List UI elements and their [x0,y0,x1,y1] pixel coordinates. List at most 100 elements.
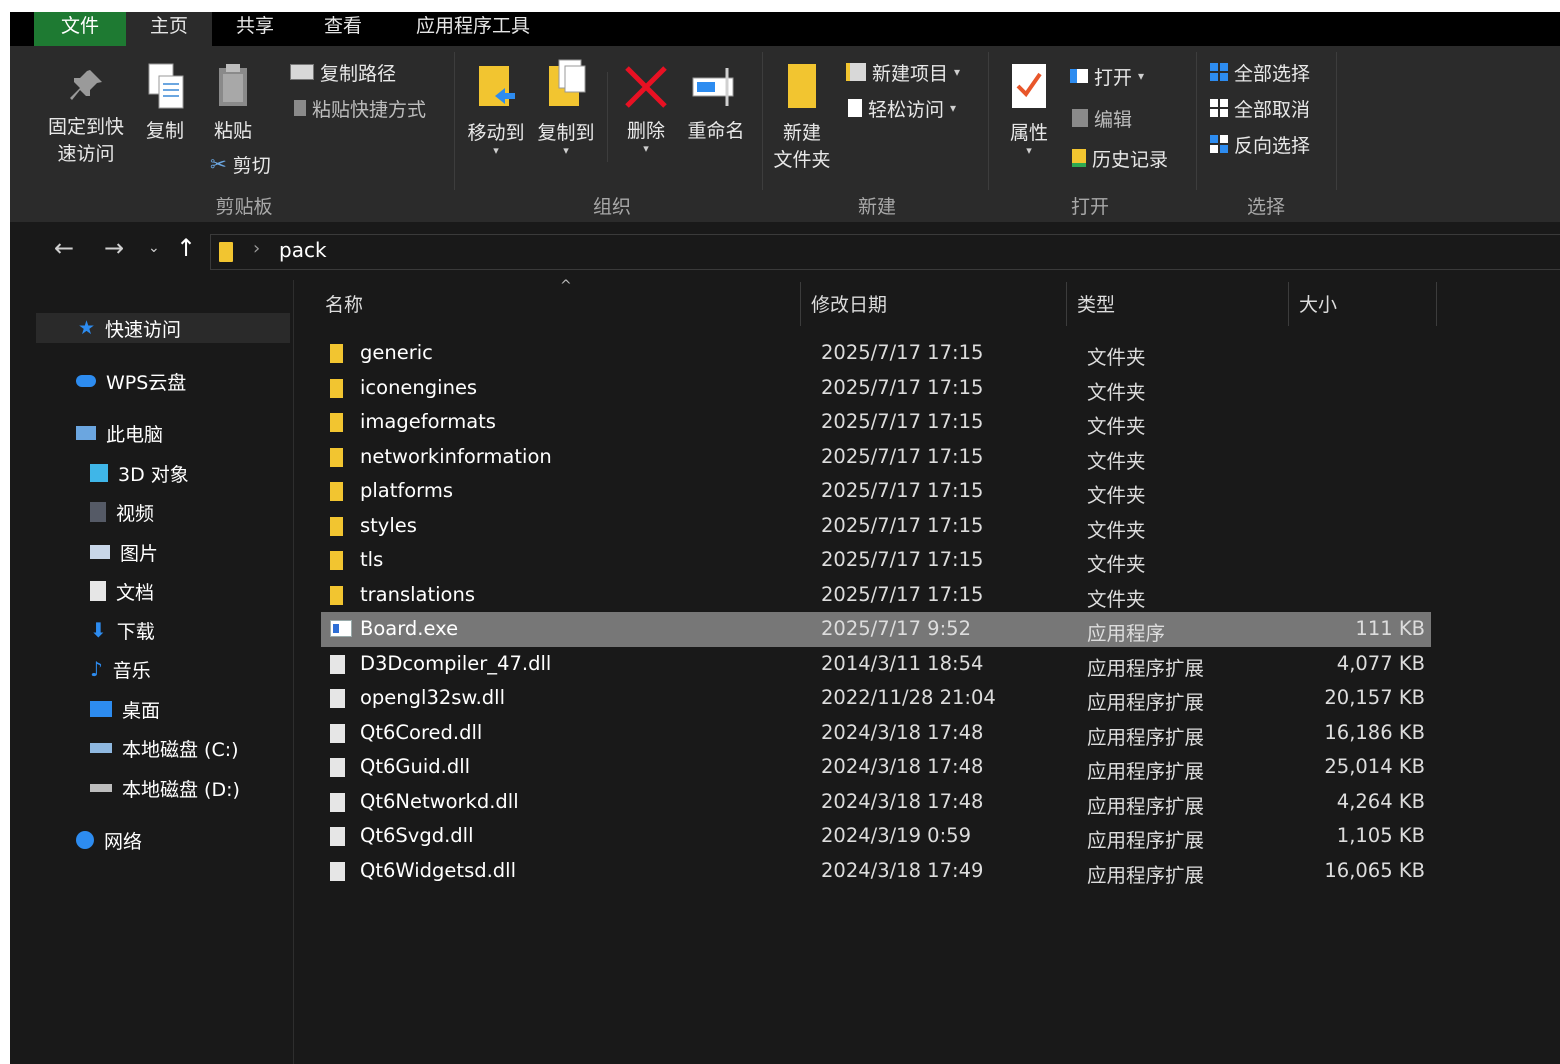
column-header-size[interactable]: 大小 [1299,290,1429,328]
copy-button[interactable]: 复制 [138,62,192,145]
copy-to-label: 复制到 [537,122,595,144]
history-button[interactable]: 历史记录 [1072,144,1168,172]
folder-icon [330,378,343,398]
copy-icon [148,63,184,109]
nav-item-disk-d[interactable]: 本地磁盘 (D:) [90,773,240,803]
nav-label: 视频 [116,502,155,525]
tab-share[interactable]: 共享 [212,12,298,46]
nav-item-downloads[interactable]: ⬇ 下载 [90,615,155,645]
nav-item-network[interactable]: 网络 [76,825,142,855]
column-divider[interactable] [1066,282,1067,326]
file-row[interactable]: generic 2025/7/17 17:15 文件夹 [321,336,1431,371]
file-date: 2024/3/18 17:48 [821,720,984,744]
paste-label: 粘贴 [213,120,252,142]
file-row[interactable]: styles 2025/7/17 17:15 文件夹 [321,509,1431,544]
column-header-date[interactable]: 修改日期 [811,290,1061,328]
delete-button[interactable]: 删除 ▾ [616,64,676,155]
file-size: 16,065 KB [1324,858,1425,882]
nav-label: 此电脑 [106,423,164,446]
column-header-type[interactable]: 类型 [1077,290,1277,328]
file-name: Qt6Networkd.dll [360,789,519,813]
nav-item-videos[interactable]: 视频 [90,497,154,527]
select-all-button[interactable]: 全部选择 [1210,58,1310,86]
nav-item-music[interactable]: ♪ 音乐 [90,654,151,684]
paste-shortcut-button[interactable]: 粘贴快捷方式 [294,94,426,122]
network-globe-icon [76,831,94,849]
copy-path-button[interactable]: 复制路径 [290,58,396,86]
tab-home[interactable]: 主页 [126,12,212,46]
nav-item-desktop[interactable]: 桌面 [90,694,160,724]
file-row[interactable]: D3Dcompiler_47.dll 2014/3/11 18:54 应用程序扩展 4… [321,647,1431,682]
file-row[interactable]: Qt6Widgetsd.dll 2024/3/18 17:49 应用程序扩展 16,0… [321,854,1431,889]
open-label: 打开 [1094,66,1133,89]
file-row[interactable]: imageformats 2025/7/17 17:15 文件夹 [321,405,1431,440]
nav-item-disk-c[interactable]: 本地磁盘 (C:) [90,733,239,763]
breadcrumb-current[interactable]: pack [279,238,327,262]
tab-app-tools[interactable]: 应用程序工具 [396,12,550,46]
nav-item-quick-access[interactable]: ★ 快速访问 [36,313,290,343]
file-row[interactable]: networkinformation 2025/7/17 17:15 文件夹 [321,440,1431,475]
copy-to-button[interactable]: 复制到 ▾ [532,56,600,156]
nav-item-documents[interactable]: 文档 [90,576,154,606]
easy-access-button[interactable]: 轻松访问 ▾ [848,94,956,122]
pin-quick-access-button[interactable]: 固定到快 速访问 [44,66,128,168]
new-item-icon [846,63,866,81]
file-row[interactable]: Qt6Cored.dll 2024/3/18 17:48 应用程序扩展 16,186 … [321,716,1431,751]
file-row[interactable]: translations 2025/7/17 17:15 文件夹 [321,578,1431,613]
file-row[interactable]: Qt6Networkd.dll 2024/3/18 17:48 应用程序扩展 4,26… [321,785,1431,820]
chevron-down-icon: ▾ [643,142,649,155]
file-row[interactable]: Qt6Guid.dll 2024/3/18 17:48 应用程序扩展 25,014 K… [321,750,1431,785]
paste-button[interactable]: 粘贴 [206,62,260,145]
file-row[interactable]: Board.exe 2025/7/17 9:52 应用程序 111 KB [321,612,1431,647]
rename-icon [692,68,734,106]
column-divider[interactable] [1288,282,1289,326]
file-type: 文件夹 [1087,380,1146,404]
file-list: generic 2025/7/17 17:15 文件夹 iconengines 2025… [321,336,1431,888]
properties-button[interactable]: 属性 ▾ [994,60,1064,156]
picture-icon [90,545,110,559]
cut-button[interactable]: ✂ 剪切 [210,150,271,178]
file-name: imageformats [360,410,496,433]
file-size: 4,264 KB [1336,789,1425,813]
file-size: 4,077 KB [1336,651,1425,675]
file-row[interactable]: opengl32sw.dll 2022/11/28 21:04 应用程序扩展 20,1… [321,681,1431,716]
nav-item-3d-objects[interactable]: 3D 对象 [90,458,189,488]
file-name: tls [360,548,384,571]
dll-file-icon [330,792,345,812]
file-row[interactable]: platforms 2025/7/17 17:15 文件夹 [321,474,1431,509]
column-divider[interactable] [800,282,801,326]
file-row[interactable]: iconengines 2025/7/17 17:15 文件夹 [321,371,1431,406]
inner-separator [607,72,608,162]
history-icon [1072,149,1086,167]
move-to-icon [479,66,515,106]
file-row[interactable]: Qt6Svgd.dll 2024/3/19 0:59 应用程序扩展 1,105 KB [321,819,1431,854]
tab-view[interactable]: 查看 [298,12,388,46]
invert-selection-button[interactable]: 反向选择 [1210,130,1310,158]
nav-item-pictures[interactable]: 图片 [90,537,158,567]
breadcrumb-chevron-icon[interactable]: › [253,238,260,259]
edit-button[interactable]: 编辑 [1072,104,1132,132]
nav-item-wps[interactable]: WPS云盘 [76,366,186,396]
recent-locations-chevron-icon[interactable]: ⌄ [148,240,160,256]
file-row[interactable]: tls 2025/7/17 17:15 文件夹 [321,543,1431,578]
tab-file[interactable]: 文件 [34,12,126,46]
open-button[interactable]: 打开 ▾ [1070,62,1144,90]
file-date: 2024/3/18 17:49 [821,858,984,882]
forward-arrow-icon[interactable]: → [104,234,124,262]
column-divider[interactable] [1436,282,1437,326]
back-arrow-icon[interactable]: ← [54,234,74,262]
new-item-button[interactable]: 新建项目 ▾ [846,58,960,86]
up-arrow-icon[interactable]: ↑ [176,234,196,262]
new-folder-button[interactable]: 新建 文件夹 [766,60,838,174]
properties-label: 属性 [1009,122,1048,144]
nav-label: 文档 [116,581,155,604]
move-to-button[interactable]: 移动到 ▾ [462,60,530,156]
address-bar[interactable]: › pack [210,234,1560,270]
select-none-button[interactable]: 全部取消 [1210,94,1310,122]
edit-label: 编辑 [1094,108,1133,131]
file-type: 文件夹 [1087,553,1146,576]
file-type: 应用程序扩展 [1087,725,1205,749]
rename-button[interactable]: 重命名 [680,64,752,145]
column-header-name[interactable]: 名称 [325,290,795,328]
nav-item-this-pc[interactable]: 此电脑 [76,418,163,448]
